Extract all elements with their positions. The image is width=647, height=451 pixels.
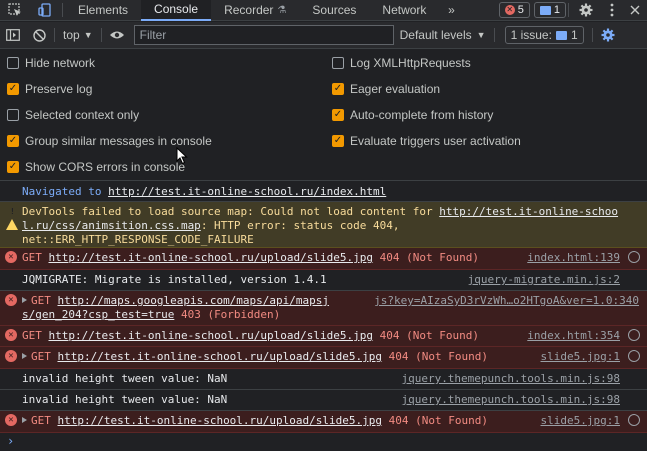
- device-toolbar-icon[interactable]: [30, 0, 60, 21]
- show-cors-errors-checkbox[interactable]: ✓ Show CORS errors in console: [7, 160, 185, 174]
- source-location-link[interactable]: slide5.jpg:1: [541, 350, 620, 364]
- expand-triangle-icon[interactable]: [22, 353, 27, 359]
- tab-console[interactable]: Console: [141, 0, 212, 21]
- navigation-message: Navigated to http://test.it-online-schoo…: [0, 182, 647, 202]
- divider: [568, 3, 569, 17]
- request-url-link[interactable]: http://test.it-online-school.ru/upload/s…: [49, 329, 374, 342]
- message-icon: [555, 30, 567, 40]
- checkmark-icon: ✓: [332, 109, 344, 121]
- divider: [591, 28, 593, 42]
- error-message: ✕ GET http://test.it-online-school.ru/up…: [0, 248, 647, 270]
- console-toolbar: top ▼ Default levels ▼ 1 issue: 1: [0, 22, 647, 49]
- error-icon: ✕: [5, 414, 17, 426]
- console-settings-gear-icon[interactable]: [595, 25, 621, 46]
- error-message: ✕ GET http://test.it-online-school.ru/up…: [0, 326, 647, 347]
- network-request-icon[interactable]: [628, 251, 640, 263]
- hide-network-checkbox[interactable]: Hide network: [7, 56, 95, 70]
- kebab-menu-icon[interactable]: [601, 0, 623, 21]
- checkbox-icon: [7, 57, 19, 69]
- request-url-link[interactable]: http://maps.googleapis.com/maps/api/maps…: [58, 294, 330, 307]
- close-devtools-icon[interactable]: [623, 0, 647, 21]
- checkbox-icon: [7, 109, 19, 121]
- error-icon: ✕: [5, 329, 17, 341]
- error-icon: ✕: [5, 350, 17, 362]
- chevron-down-icon: ▼: [83, 30, 93, 40]
- request-url-link[interactable]: http://test.it-online-school.ru/upload/s…: [58, 350, 383, 363]
- checkmark-icon: ✓: [7, 83, 19, 95]
- log-levels-dropdown[interactable]: Default levels ▼: [400, 28, 486, 42]
- console-settings-panel: Hide network ✓ Preserve log Selected con…: [0, 50, 647, 181]
- flask-icon: ⚗: [277, 4, 287, 16]
- divider: [62, 3, 63, 17]
- issues-button[interactable]: 1 issue: 1: [504, 26, 584, 44]
- checkmark-icon: ✓: [332, 83, 344, 95]
- more-tabs-button[interactable]: »: [439, 3, 463, 17]
- eager-evaluation-checkbox[interactable]: ✓ Eager evaluation: [332, 82, 440, 96]
- error-icon: ✕: [5, 251, 17, 263]
- tab-network[interactable]: Network: [369, 0, 439, 21]
- divider: [100, 28, 102, 42]
- preserve-log-checkbox[interactable]: ✓ Preserve log: [7, 82, 92, 96]
- navigated-url-link[interactable]: http://test.it-online-school.ru/index.ht…: [108, 185, 386, 198]
- tabbar-right: ✕ 5 1: [495, 0, 647, 21]
- error-count-badge[interactable]: ✕ 5: [498, 2, 530, 18]
- expand-triangle-icon[interactable]: [22, 297, 27, 303]
- error-icon: ✕: [504, 5, 515, 15]
- evaluate-triggers-checkbox[interactable]: ✓ Evaluate triggers user activation: [332, 134, 521, 148]
- log-message: JQMIGRATE: Migrate is installed, version…: [0, 270, 647, 291]
- network-request-icon[interactable]: [628, 329, 640, 341]
- request-url-link-cont[interactable]: s/gen_204?csp_test=true: [22, 308, 174, 321]
- filter-input[interactable]: [133, 25, 394, 45]
- inspect-element-icon[interactable]: [0, 0, 30, 21]
- sourcemap-url-link[interactable]: http://test.it-online-schoo: [439, 205, 618, 218]
- settings-gear-icon[interactable]: [571, 0, 601, 21]
- divider: [493, 28, 495, 42]
- chevron-down-icon: ▼: [476, 30, 486, 40]
- error-message: ✕ GET http://test.it-online-school.ru/up…: [0, 347, 647, 369]
- source-location-link[interactable]: slide5.jpg:1: [541, 414, 620, 428]
- error-message: ✕ GET http://maps.googleapis.com/maps/ap…: [0, 291, 647, 326]
- tab-elements[interactable]: Elements: [65, 0, 141, 21]
- message-count-badge[interactable]: 1: [533, 2, 566, 18]
- autocomplete-history-checkbox[interactable]: ✓ Auto-complete from history: [332, 108, 493, 122]
- source-location-link[interactable]: index.html:354: [527, 329, 620, 343]
- live-expression-eye-icon[interactable]: [104, 25, 130, 46]
- source-location-link[interactable]: jquery.themepunch.tools.min.js:98: [401, 372, 620, 386]
- sourcemap-url-link-cont[interactable]: l.ru/css/animsition.css.map: [22, 219, 201, 232]
- mouse-cursor-icon: [176, 147, 188, 165]
- expand-triangle-icon[interactable]: [22, 417, 27, 423]
- checkmark-icon: ✓: [7, 135, 19, 147]
- source-location-link[interactable]: js?key=AIzaSyD3rVzWh…o2HTgoA&ver=1.0:340: [374, 294, 639, 308]
- request-url-link[interactable]: http://test.it-online-school.ru/upload/s…: [58, 414, 383, 427]
- error-icon: ✕: [5, 294, 17, 306]
- prompt-chevron-icon: ›: [7, 434, 15, 448]
- log-message: invalid height tween value: NaN jquery.t…: [0, 390, 647, 411]
- divider: [54, 28, 55, 42]
- source-location-link[interactable]: index.html:139: [527, 251, 620, 265]
- network-request-icon[interactable]: [628, 350, 640, 362]
- checkmark-icon: ✓: [7, 161, 19, 173]
- context-selector[interactable]: top ▼: [57, 28, 99, 42]
- log-message: invalid height tween value: NaN jquery.t…: [0, 369, 647, 390]
- console-messages: Navigated to http://test.it-online-schoo…: [0, 182, 647, 451]
- console-prompt[interactable]: ›: [0, 433, 647, 449]
- message-icon: [539, 5, 551, 15]
- group-similar-checkbox[interactable]: ✓ Group similar messages in console: [7, 134, 212, 148]
- checkmark-icon: ✓: [332, 135, 344, 147]
- tab-sources[interactable]: Sources: [299, 0, 369, 21]
- warning-icon: [6, 206, 18, 230]
- log-xmlhttprequests-checkbox[interactable]: Log XMLHttpRequests: [332, 56, 471, 70]
- source-location-link[interactable]: jquery.themepunch.tools.min.js:98: [401, 393, 620, 407]
- sidebar-toggle-icon[interactable]: [0, 25, 26, 46]
- source-location-link[interactable]: jquery-migrate.min.js:2: [468, 273, 620, 287]
- selected-context-only-checkbox[interactable]: Selected context only: [7, 108, 139, 122]
- checkbox-icon: [332, 57, 344, 69]
- request-url-link[interactable]: http://test.it-online-school.ru/upload/s…: [49, 251, 374, 264]
- error-message: ✕ GET http://test.it-online-school.ru/up…: [0, 411, 647, 433]
- clear-console-icon[interactable]: [26, 25, 52, 46]
- tab-recorder[interactable]: Recorder ⚗: [211, 0, 299, 21]
- network-request-icon[interactable]: [628, 414, 640, 426]
- warning-message: DevTools failed to load source map: Coul…: [0, 202, 647, 248]
- devtools-tabbar: Elements Console Recorder ⚗ Sources Netwo…: [0, 0, 647, 21]
